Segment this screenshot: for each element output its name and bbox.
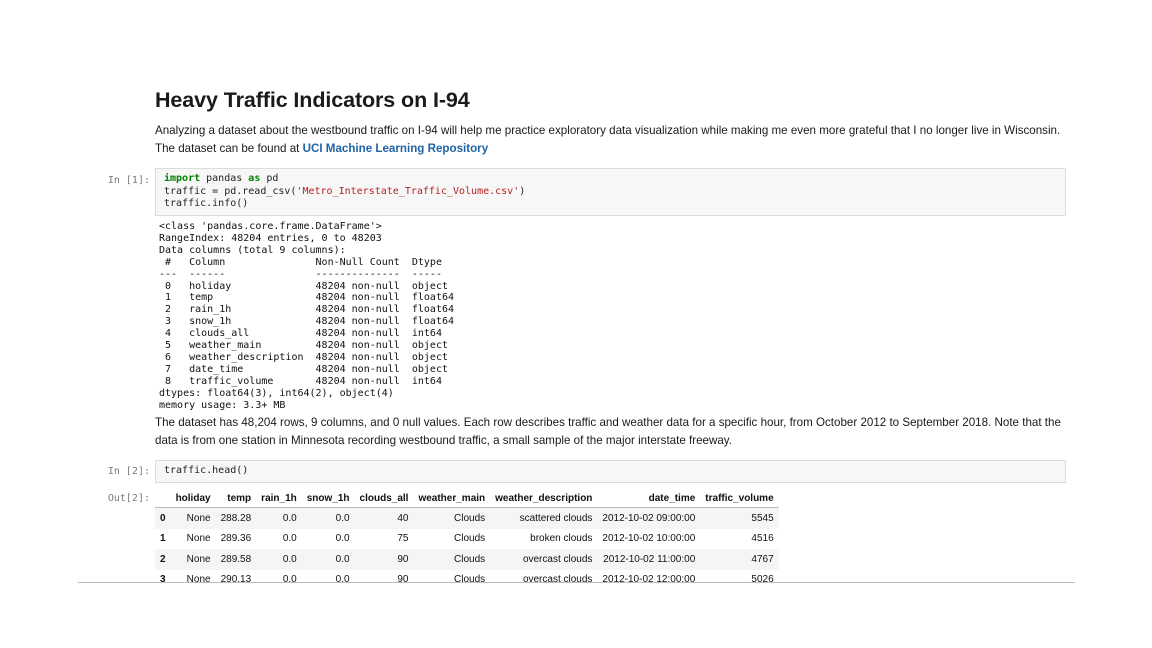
row-index: 1 — [160, 533, 166, 545]
column-header: weather_description — [490, 489, 598, 508]
cell2-code-line: traffic.head() — [164, 465, 249, 476]
table-cell: 90 — [397, 553, 409, 565]
notebook-title: Heavy Traffic Indicators on I-94 — [155, 88, 470, 112]
intro-text: Analyzing a dataset about the westbound … — [155, 124, 1061, 155]
table-cell: None — [186, 553, 211, 565]
table-cell: 2012-10-02 11:00:00 — [603, 553, 696, 565]
code-filename-string: 'Metro_Interstate_Traffic_Volume.csv' — [296, 185, 520, 197]
table-cell: None — [186, 512, 211, 524]
cell2-code-editor[interactable]: traffic.head() — [155, 460, 1066, 483]
table-cell: 2012-10-02 10:00:00 — [602, 533, 696, 545]
table-cell: broken clouds — [530, 533, 593, 545]
code-module: pandas — [200, 173, 249, 184]
table-cell: 2012-10-02 09:00:00 — [602, 512, 696, 524]
cell2-output-prompt: Out[2]: — [107, 493, 150, 504]
table-cell: 40 — [397, 512, 409, 524]
column-header — [155, 489, 171, 508]
table-cell: 0.0 — [335, 553, 350, 565]
table-row: 2 None 289.58 0.0 0.0 90 Clouds overcast… — [155, 549, 779, 570]
table-cell: 0.0 — [282, 553, 297, 565]
table-cell: 5545 — [751, 512, 774, 524]
cell1-output-stream: <class 'pandas.core.frame.DataFrame'> Ra… — [159, 221, 455, 411]
code-line-2: traffic = pd.read_csv('Metro_Interstate_… — [164, 186, 1065, 199]
table-cell: 4516 — [751, 533, 774, 545]
table-cell: Clouds — [454, 553, 486, 565]
code-close-paren: ) — [519, 185, 526, 197]
table-cell: 289.58 — [220, 553, 252, 565]
code-line-3: traffic.info() — [164, 198, 249, 209]
code-line-1: import pandas as pd — [164, 173, 1065, 186]
keyword-as: as — [248, 173, 261, 184]
column-header: holiday — [170, 489, 216, 508]
column-header: snow_1h — [301, 489, 355, 508]
table-cell: 4767 — [751, 553, 774, 565]
table-row: 1 None 289.36 0.0 0.0 75 Clouds broken c… — [155, 528, 779, 549]
table-cell: overcast clouds — [522, 553, 593, 565]
row-index: 0 — [160, 512, 166, 524]
column-header: traffic_volume — [700, 489, 779, 508]
uci-repository-link[interactable]: UCI Machine Learning Repository — [303, 142, 489, 155]
table-cell: None — [186, 533, 211, 545]
table-cell: 75 — [397, 533, 409, 545]
table-cell: 0.0 — [335, 533, 350, 545]
table-cell: scattered clouds — [519, 512, 593, 524]
table-cell: 289.36 — [220, 533, 252, 545]
table-cell: 0.0 — [335, 512, 350, 524]
table-cell: 0.0 — [282, 533, 297, 545]
table-row: 0 None 288.28 0.0 0.0 40 Clouds scattere… — [155, 507, 779, 529]
table-cell: Clouds — [454, 512, 486, 524]
code-alias: pd — [260, 173, 279, 184]
scroll-divider — [78, 582, 1075, 583]
table-cell: Clouds — [454, 533, 486, 545]
keyword-import: import — [164, 173, 201, 184]
code-read-csv: traffic = pd.read_csv( — [164, 185, 297, 197]
cell1-code-editor[interactable]: import pandas as pd traffic = pd.read_cs… — [155, 168, 1066, 216]
dataframe-table: holiday temp rain_1h snow_1h clouds_all … — [155, 489, 779, 590]
cell2-input-prompt: In [2]: — [107, 466, 150, 477]
table-cell: 0.0 — [282, 512, 297, 524]
table-header-row: holiday temp rain_1h snow_1h clouds_all … — [155, 489, 779, 508]
column-header: clouds_all — [354, 489, 414, 508]
viewport-bottom-mask — [0, 583, 1152, 648]
cell1-input-prompt: In [1]: — [107, 175, 150, 186]
column-header: date_time — [597, 489, 701, 508]
row-index: 2 — [160, 553, 166, 565]
intro-paragraph: Analyzing a dataset about the westbound … — [155, 122, 1065, 158]
notebook: Heavy Traffic Indicators on I-94 Analyzi… — [0, 0, 1152, 648]
column-header: rain_1h — [256, 489, 302, 508]
table-cell: 288.28 — [220, 512, 252, 524]
column-header: weather_main — [413, 489, 491, 508]
summary-paragraph: The dataset has 48,204 rows, 9 columns, … — [155, 416, 1061, 447]
column-header: temp — [215, 489, 257, 508]
